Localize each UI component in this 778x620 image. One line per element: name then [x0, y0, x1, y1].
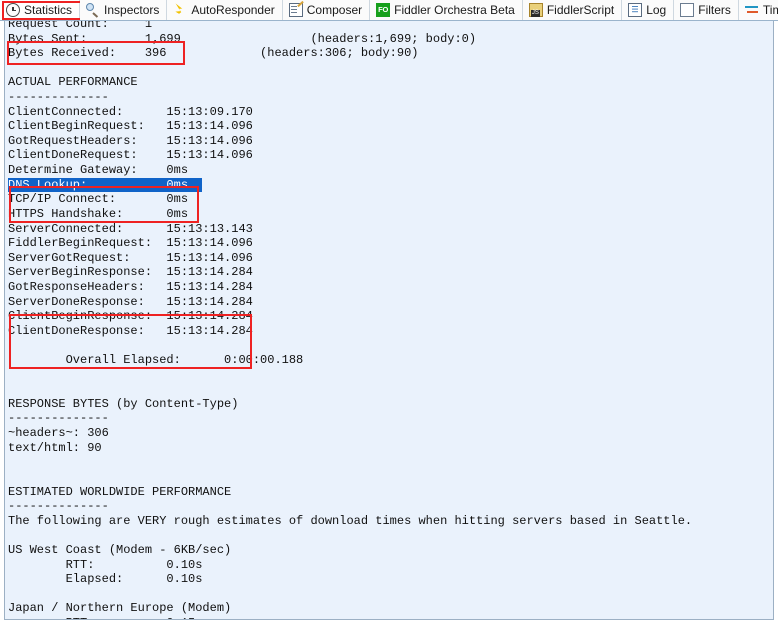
timing-row: GotResponseHeaders: 15:13:14.284	[8, 279, 253, 294]
fiddler-orchestra-icon: FO	[376, 3, 391, 17]
timing-row: ClientBeginResponse: 15:13:14.284	[8, 309, 253, 324]
timeline-icon	[744, 3, 759, 17]
tab-inspectors-label: Inspectors	[104, 2, 160, 17]
composer-icon	[288, 3, 303, 17]
tab-log-label: Log	[646, 2, 667, 17]
response-bytes-heading: RESPONSE BYTES (by Content-Type)	[8, 396, 239, 411]
tab-inspectors[interactable]: Inspectors	[80, 0, 168, 20]
tab-composer[interactable]: Composer	[282, 0, 371, 20]
timing-row: ServerGotRequest: 15:13:14.096	[8, 250, 253, 265]
filters-icon	[680, 3, 695, 17]
tab-statistics-label: Statistics	[24, 2, 73, 17]
main-tab-bar: Statistics Inspectors AutoResponder Comp…	[0, 0, 778, 21]
magnifier-icon	[86, 3, 100, 17]
region-name: US West Coast (Modem - 6KB/sec)	[8, 542, 232, 557]
response-bytes-row: text/html: 90	[8, 440, 102, 455]
tab-statistics[interactable]: Statistics	[0, 0, 84, 20]
rule: --------------	[8, 90, 109, 105]
response-bytes-row: ~headers~: 306	[8, 426, 109, 441]
script-icon	[528, 3, 543, 17]
timing-row: ClientBeginRequest: 15:13:14.096	[8, 119, 253, 134]
tab-fiddlerscript[interactable]: FiddlerScript	[522, 0, 623, 20]
timing-row: FiddlerBeginRequest: 15:13:14.096	[8, 236, 253, 251]
statistics-report-text[interactable]: Request Count: 1 Bytes Sent: 1,699 (heade…	[8, 21, 693, 619]
timing-row: GotRequestHeaders: 15:13:14.096	[8, 133, 253, 148]
overall-elapsed-row: Overall Elapsed: 0:00:00.188	[8, 353, 304, 368]
tab-log[interactable]: Log	[622, 0, 675, 20]
actual-performance-heading: ACTUAL PERFORMANCE	[8, 75, 138, 90]
log-icon	[628, 3, 643, 17]
bytes-received-row: Bytes Received: 396 (headers:306; body:9…	[8, 46, 419, 61]
region-rtt: RTT: 0.15s	[8, 616, 692, 619]
timing-row: ClientDoneRequest: 15:13:14.096	[8, 148, 253, 163]
region-elapsed: Elapsed: 0.10s	[8, 572, 203, 587]
rule: --------------	[8, 411, 109, 426]
region-rtt: RTT: 0.10s	[8, 557, 203, 572]
region-name: Japan / Northern Europe (Modem)	[8, 601, 232, 616]
tab-filters[interactable]: Filters	[674, 0, 739, 20]
request-count-row: Request Count: 1	[8, 21, 153, 31]
tab-composer-label: Composer	[306, 2, 363, 17]
timing-row: TCP/IP Connect: 0ms	[8, 192, 189, 207]
tab-filters-label: Filters	[698, 2, 731, 17]
bolt-icon	[173, 3, 187, 17]
timing-row: Determine Gateway: 0ms	[8, 163, 189, 178]
bytes-sent-row: Bytes Sent: 1,699 (headers:1,699; body:0…	[8, 31, 477, 46]
statistics-panel[interactable]: Request Count: 1 Bytes Sent: 1,699 (heade…	[4, 21, 774, 620]
timing-row: DNS Lookup: 0ms	[8, 177, 692, 193]
timing-row: ClientConnected: 15:13:09.170	[8, 104, 253, 119]
timing-row: ServerBeginResponse: 15:13:14.284	[8, 265, 253, 280]
tab-timeline[interactable]: Timeline	[738, 0, 778, 20]
clock-icon	[6, 3, 20, 17]
selected-timing-row[interactable]: DNS Lookup: 0ms	[8, 177, 203, 192]
tab-fiddlerscript-label: FiddlerScript	[546, 2, 615, 17]
tab-fiddler-orchestra-beta-label: Fiddler Orchestra Beta	[394, 2, 515, 17]
estimated-performance-note: The following are VERY rough estimates o…	[8, 513, 693, 528]
timing-row: ClientDoneResponse: 15:13:14.284	[8, 323, 253, 338]
timing-row: ServerDoneResponse: 15:13:14.284	[8, 294, 253, 309]
tab-autoresponder-label: AutoResponder	[191, 2, 275, 17]
tab-timeline-label: Timeline	[762, 2, 778, 17]
timing-row: HTTPS Handshake: 0ms	[8, 206, 189, 221]
tab-autoresponder[interactable]: AutoResponder	[167, 0, 283, 20]
tab-fiddler-orchestra-beta[interactable]: FO Fiddler Orchestra Beta	[370, 0, 523, 20]
timing-row: ServerConnected: 15:13:13.143	[8, 221, 253, 236]
rule: --------------	[8, 499, 109, 514]
estimated-performance-heading: ESTIMATED WORLDWIDE PERFORMANCE	[8, 484, 232, 499]
